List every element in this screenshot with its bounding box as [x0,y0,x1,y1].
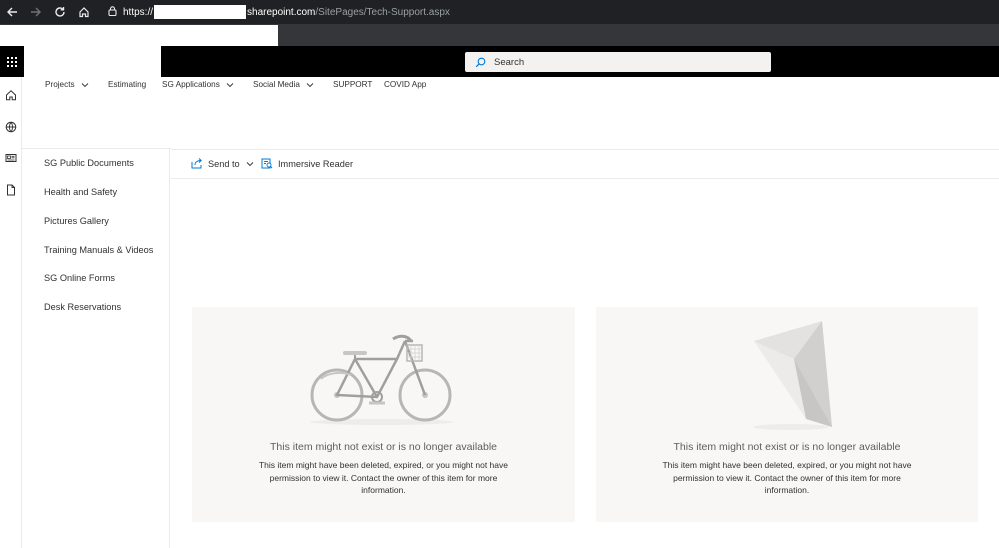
search-placeholder: Search [494,56,525,68]
top-nav-label: Estimating [108,80,147,89]
top-nav-label: Social Media [253,80,300,89]
top-nav-item-projects[interactable]: Projects [45,80,89,89]
command-bar: Send to Immersive Reader [171,149,999,179]
address-bar[interactable]: https:// sharepoint.com /SitePages/Tech-… [102,0,450,24]
url-scheme: https:// [123,6,154,18]
top-nav-item-estimating[interactable]: Estimating [108,80,146,89]
app-launcher-icon [7,56,17,67]
app-rail [0,77,22,548]
url-host: sharepoint.com [247,6,316,18]
site-logo-area [24,46,161,77]
left-nav-item-desk-reservations[interactable]: Desk Reservations [44,302,121,312]
top-nav-label: SUPPORT [333,80,373,89]
card-description: This item might have been deleted, expir… [258,460,508,495]
home-icon [5,89,16,100]
rail-home-button[interactable] [2,86,19,103]
home-icon [79,7,89,18]
send-to-label: Send to [208,158,240,169]
url-redaction [154,5,247,19]
immersive-reader-label: Immersive Reader [278,158,354,169]
rail-sites-button[interactable] [2,118,19,135]
top-nav-item-covid-app[interactable]: COVID App [384,80,426,89]
reload-icon [55,7,65,17]
send-to-button[interactable]: Send to [191,158,259,169]
bookmarks-bar [0,24,999,46]
immersive-reader-button[interactable]: Immersive Reader [261,158,353,169]
chevron-down-icon [81,82,88,87]
app-launcher-button[interactable] [0,46,24,77]
top-nav-label: SG Applications [162,80,220,89]
reload-button[interactable] [48,0,72,24]
unavailable-item-card: This item might not exist or is no longe… [596,307,978,522]
document-icon [6,184,15,195]
top-nav-item-social-media[interactable]: Social Media [253,80,314,89]
left-nav-item-sg-public-documents[interactable]: SG Public Documents [44,158,134,168]
search-box[interactable]: Search [465,52,771,72]
left-nav-item-sg-online-forms[interactable]: SG Online Forms [44,273,115,283]
lock-icon [108,5,117,19]
left-navigation: SG Public Documents Health and Safety Pi… [22,149,170,548]
card-title: This item might not exist or is no longe… [673,441,901,453]
chevron-down-icon [226,82,234,87]
top-nav-item-support[interactable]: SUPPORT [333,80,372,89]
suite-bar: Search [0,46,999,77]
back-button[interactable] [0,0,24,24]
card-title: This item might not exist or is no longe… [269,441,498,453]
bookmarks-redaction [0,25,278,46]
rail-files-button[interactable] [2,181,19,198]
top-nav-label: Projects [45,80,75,89]
chevron-down-icon [246,161,253,166]
left-nav-item-health-and-safety[interactable]: Health and Safety [44,187,117,197]
left-nav-item-pictures-gallery[interactable]: Pictures Gallery [44,216,109,226]
bicycle-illustration [310,334,454,425]
news-icon [5,153,16,162]
immersive-reader-icon [261,158,273,169]
arrow-left-icon [7,7,17,17]
search-icon [475,56,488,69]
share-icon [191,158,202,169]
home-button[interactable] [72,0,96,24]
forward-button[interactable] [24,0,48,24]
unavailable-item-card: This item might not exist or is no longe… [192,307,575,522]
arrow-right-icon [31,7,41,17]
card-description: This item might have been deleted, expir… [662,460,912,495]
chevron-down-icon [306,82,314,87]
rail-news-button[interactable] [2,149,19,166]
globe-icon [5,121,16,132]
top-nav-label: COVID App [384,80,427,89]
left-nav-item-training-manuals[interactable]: Training Manuals & Videos [44,245,153,255]
top-nav-item-sg-applications[interactable]: SG Applications [162,80,234,89]
browser-toolbar: https:// sharepoint.com /SitePages/Tech-… [0,0,999,24]
url-path: /SitePages/Tech-Support.aspx [315,6,450,18]
paper-plane-illustration [753,321,832,430]
